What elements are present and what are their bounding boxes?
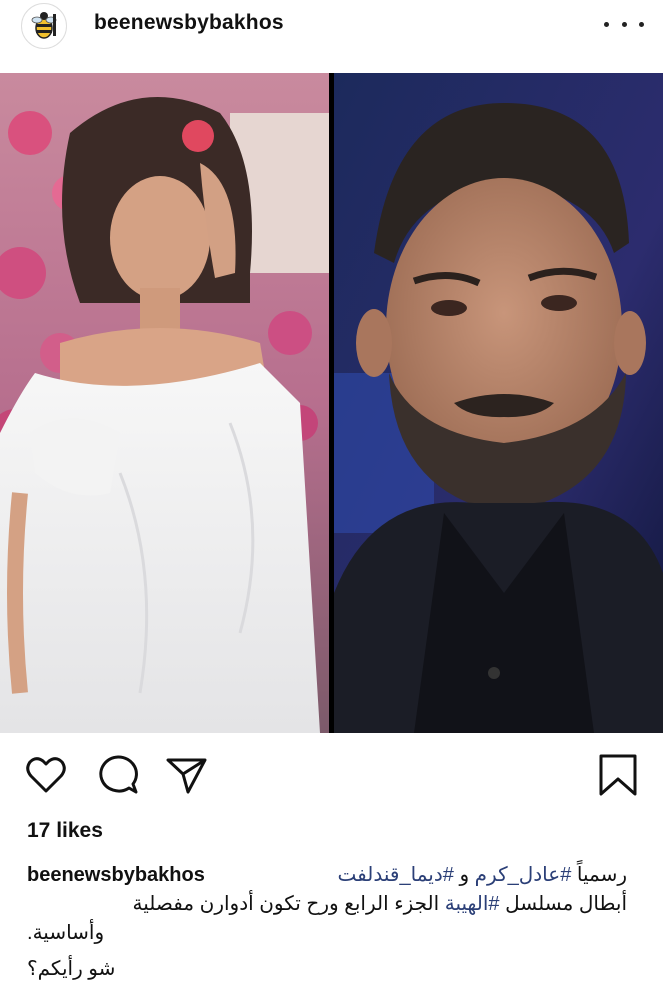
photo-woman-white-dress: [0, 73, 329, 733]
photo-man-beard: [334, 73, 663, 733]
likes-count[interactable]: 17 likes: [27, 819, 103, 843]
post-header: beenewsbybakhos: [0, 0, 663, 49]
hashtag-alhayba[interactable]: #الهيبة: [445, 893, 500, 915]
caption-username[interactable]: beenewsbybakhos: [27, 862, 205, 888]
post-media[interactable]: [0, 73, 663, 733]
more-options-icon[interactable]: [604, 14, 644, 34]
comment-icon[interactable]: [95, 752, 141, 798]
bookmark-icon[interactable]: [595, 752, 641, 798]
caption-line-2: أبطال مسلسل #الهيبة الجزء الرابع ورح تكو…: [132, 893, 627, 915]
profile-avatar[interactable]: [21, 3, 67, 49]
send-icon[interactable]: [163, 752, 209, 798]
hashtag-adel-karam[interactable]: #عادل_كرم: [475, 864, 572, 886]
post-username[interactable]: beenewsbybakhos: [94, 11, 284, 35]
post-actions: [0, 752, 663, 802]
hashtag-dima-kandalaft[interactable]: #ديما_قندلفت: [338, 864, 454, 886]
caption-line-4: شو رأيكم؟: [27, 958, 116, 980]
caption-line-1: رسمياً #عادل_كرم و #ديما_قندلفت: [337, 864, 627, 886]
caption-line-3: .وأساسية: [27, 922, 105, 944]
bee-logo-icon: [30, 10, 58, 42]
heart-icon[interactable]: [23, 752, 69, 798]
